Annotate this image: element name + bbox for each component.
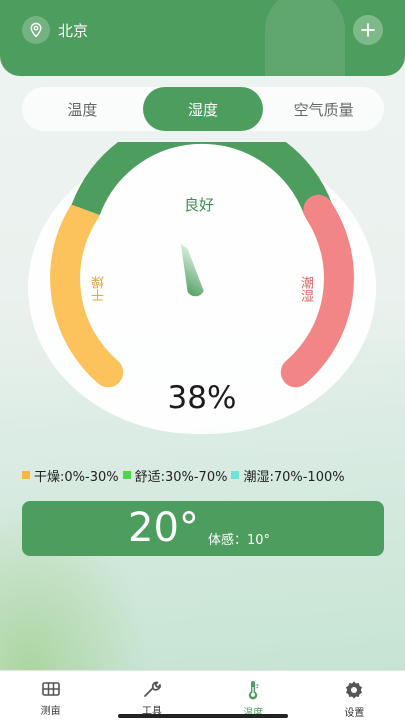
nav-item-temperature[interactable]: 温度 (203, 671, 304, 720)
bottom-navigation: 测亩 工具 温度 设置 (0, 670, 405, 720)
thermometer-icon (248, 681, 259, 700)
nav-label-settings: 设置 (344, 708, 365, 719)
tab-temperature[interactable]: 温度 (22, 87, 143, 131)
nav-item-settings[interactable]: 设置 (304, 671, 405, 720)
location-selector[interactable]: 北京 (22, 15, 110, 45)
tab-air-quality[interactable]: 空气质量 (263, 87, 384, 131)
zone-label-wet: 潮湿 (298, 276, 313, 302)
legend-swatch-dry (22, 471, 30, 479)
humidity-legend: 干燥:0%-30% 舒适:30%-70% 潮湿:70%-100% (22, 466, 392, 485)
humidity-value: 38% (167, 380, 237, 416)
city-name: 北京 (58, 21, 89, 40)
wrench-icon (143, 681, 161, 697)
home-indicator (118, 714, 288, 718)
tab-humidity[interactable]: 湿度 (142, 87, 264, 131)
legend-item-wet: 潮湿:70%-100% (231, 466, 345, 485)
header-decoration (265, 0, 345, 76)
gauge-needle (180, 243, 204, 297)
legend-swatch-wet (231, 471, 240, 479)
location-pin-icon (22, 16, 50, 44)
temperature-value: 20° (128, 505, 199, 551)
gear-icon (346, 681, 363, 699)
legend-label-wet: 潮湿:70%-100% (243, 469, 345, 485)
legend-item-dry: 干燥:0%-30% (22, 466, 119, 485)
legend-swatch-comfort (122, 471, 131, 479)
zone-label-dry: 干燥 (92, 276, 107, 302)
nav-item-measure[interactable]: 测亩 (0, 671, 101, 720)
legend-label-dry: 干燥:0%-30% (34, 469, 119, 485)
nav-label-measure: 测亩 (40, 706, 61, 717)
header-bar: 北京 (0, 0, 405, 76)
feels-like-text: 体感：10° (208, 533, 271, 548)
zone-label-good: 良好 (184, 196, 215, 214)
temperature-card: 20° 体感：10° (22, 501, 384, 556)
legend-label-comfort: 舒适:30%-70% (134, 469, 228, 485)
add-city-button[interactable] (353, 15, 383, 45)
legend-item-comfort: 舒适:30%-70% (122, 466, 228, 485)
plus-icon (361, 23, 375, 37)
metric-tabs: 温度 湿度 空气质量 (22, 87, 384, 131)
nav-item-tools[interactable]: 工具 (101, 671, 202, 720)
humidity-gauge: 良好 干燥 潮湿 38% (24, 142, 380, 438)
field-grid-icon (41, 682, 60, 696)
